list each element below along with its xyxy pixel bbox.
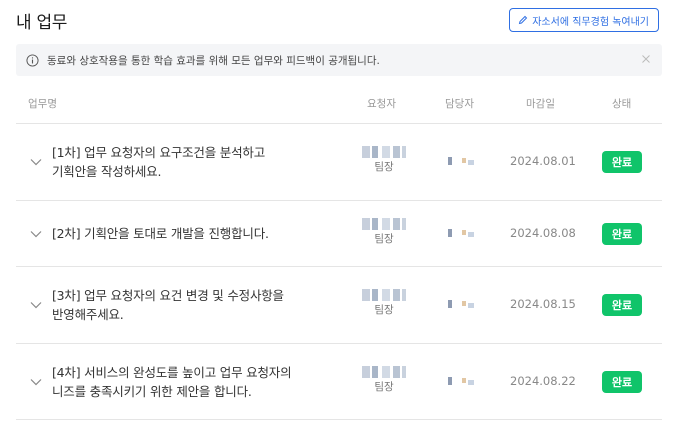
close-icon[interactable]: [640, 53, 652, 65]
due-date: 2024.08.22: [510, 374, 576, 388]
task-title: [1차] 업무 요청자의 요구조건을 분석하고 기획안을 작성하세요.: [52, 143, 322, 181]
chevron-down-icon[interactable]: [30, 158, 42, 166]
task-title-line: [3차] 업무 요청자의 요건 변경 및 수정사항을: [52, 288, 284, 303]
column-requester: 요청자: [367, 98, 396, 110]
task-title: [2차] 기획안을 토대로 개발을 진행합니다.: [52, 224, 322, 243]
requester-rank: 팀장: [374, 304, 394, 316]
status-badge[interactable]: 완료: [602, 223, 642, 245]
table-row[interactable]: [4차] 서비스의 완성도를 높이고 업무 요청자의 니즈를 충족시키기 위한 …: [16, 344, 662, 420]
chevron-down-icon[interactable]: [30, 301, 42, 309]
assignee-blurred: [446, 156, 486, 166]
table-row[interactable]: [2차] 기획안을 토대로 개발을 진행합니다. 팀장 2024.08.08 완…: [16, 201, 662, 267]
notice-banner: 동료와 상호작용을 통한 학습 효과를 위해 모든 업무와 피드백이 공개됩니다…: [16, 44, 662, 76]
requester-name-blurred: [362, 218, 406, 230]
page-title: 내 업무: [16, 13, 68, 33]
notice-text: 동료와 상호작용을 통한 학습 효과를 위해 모든 업무와 피드백이 공개됩니다…: [47, 54, 380, 67]
task-title-line: 기획안을 작성하세요.: [52, 164, 162, 179]
resume-button-label: 자소서에 직무경험 녹여내기: [532, 16, 649, 28]
due-date: 2024.08.08: [510, 226, 576, 240]
table-row[interactable]: [1차] 업무 요청자의 요구조건을 분석하고 기획안을 작성하세요. 팀장 2…: [16, 124, 662, 201]
task-title: [4차] 서비스의 완성도를 높이고 업무 요청자의 니즈를 충족시키기 위한 …: [52, 363, 322, 401]
requester-name-blurred: [362, 146, 406, 158]
task-title-line: [2차] 기획안을 토대로 개발을 진행합니다.: [52, 226, 269, 241]
column-task: 업무명: [28, 98, 57, 110]
table-row[interactable]: [3차] 업무 요청자의 요건 변경 및 수정사항을 반영해주세요. 팀장 20…: [16, 267, 662, 344]
resume-experience-button[interactable]: 자소서에 직무경험 녹여내기: [509, 8, 659, 32]
requester: 팀장: [358, 146, 410, 174]
assignee-blurred: [446, 376, 486, 386]
status-badge[interactable]: 완료: [602, 371, 642, 393]
requester-rank: 팀장: [374, 161, 394, 173]
due-date: 2024.08.15: [510, 297, 576, 311]
task-title-line: [4차] 서비스의 완성도를 높이고 업무 요청자의: [52, 365, 292, 380]
task-title-line: [1차] 업무 요청자의 요구조건을 분석하고: [52, 145, 266, 160]
column-due-date: 마감일: [526, 98, 555, 110]
info-icon: [26, 53, 39, 67]
task-title-line: 반영해주세요.: [52, 307, 124, 322]
column-assignee: 담당자: [445, 98, 474, 110]
status-badge[interactable]: 완료: [602, 151, 642, 173]
requester-name-blurred: [362, 289, 406, 301]
requester: 팀장: [358, 366, 410, 394]
task-title: [3차] 업무 요청자의 요건 변경 및 수정사항을 반영해주세요.: [52, 286, 322, 324]
requester-rank: 팀장: [374, 381, 394, 393]
task-title-line: 니즈를 충족시키기 위한 제안을 합니다.: [52, 384, 252, 399]
due-date: 2024.08.01: [510, 154, 576, 168]
requester: 팀장: [358, 218, 410, 246]
table-header: 업무명 요청자 담당자 마감일 상태: [16, 88, 662, 124]
pencil-icon: [519, 15, 528, 25]
assignee-blurred: [446, 228, 486, 238]
page-header: 내 업무 자소서에 직무경험 녹여내기: [16, 0, 662, 40]
column-status: 상태: [612, 98, 632, 110]
requester-rank: 팀장: [374, 233, 394, 245]
status-badge[interactable]: 완료: [602, 294, 642, 316]
chevron-down-icon[interactable]: [30, 230, 42, 238]
assignee-blurred: [446, 299, 486, 309]
chevron-down-icon[interactable]: [30, 378, 42, 386]
requester: 팀장: [358, 289, 410, 317]
requester-name-blurred: [362, 366, 406, 378]
